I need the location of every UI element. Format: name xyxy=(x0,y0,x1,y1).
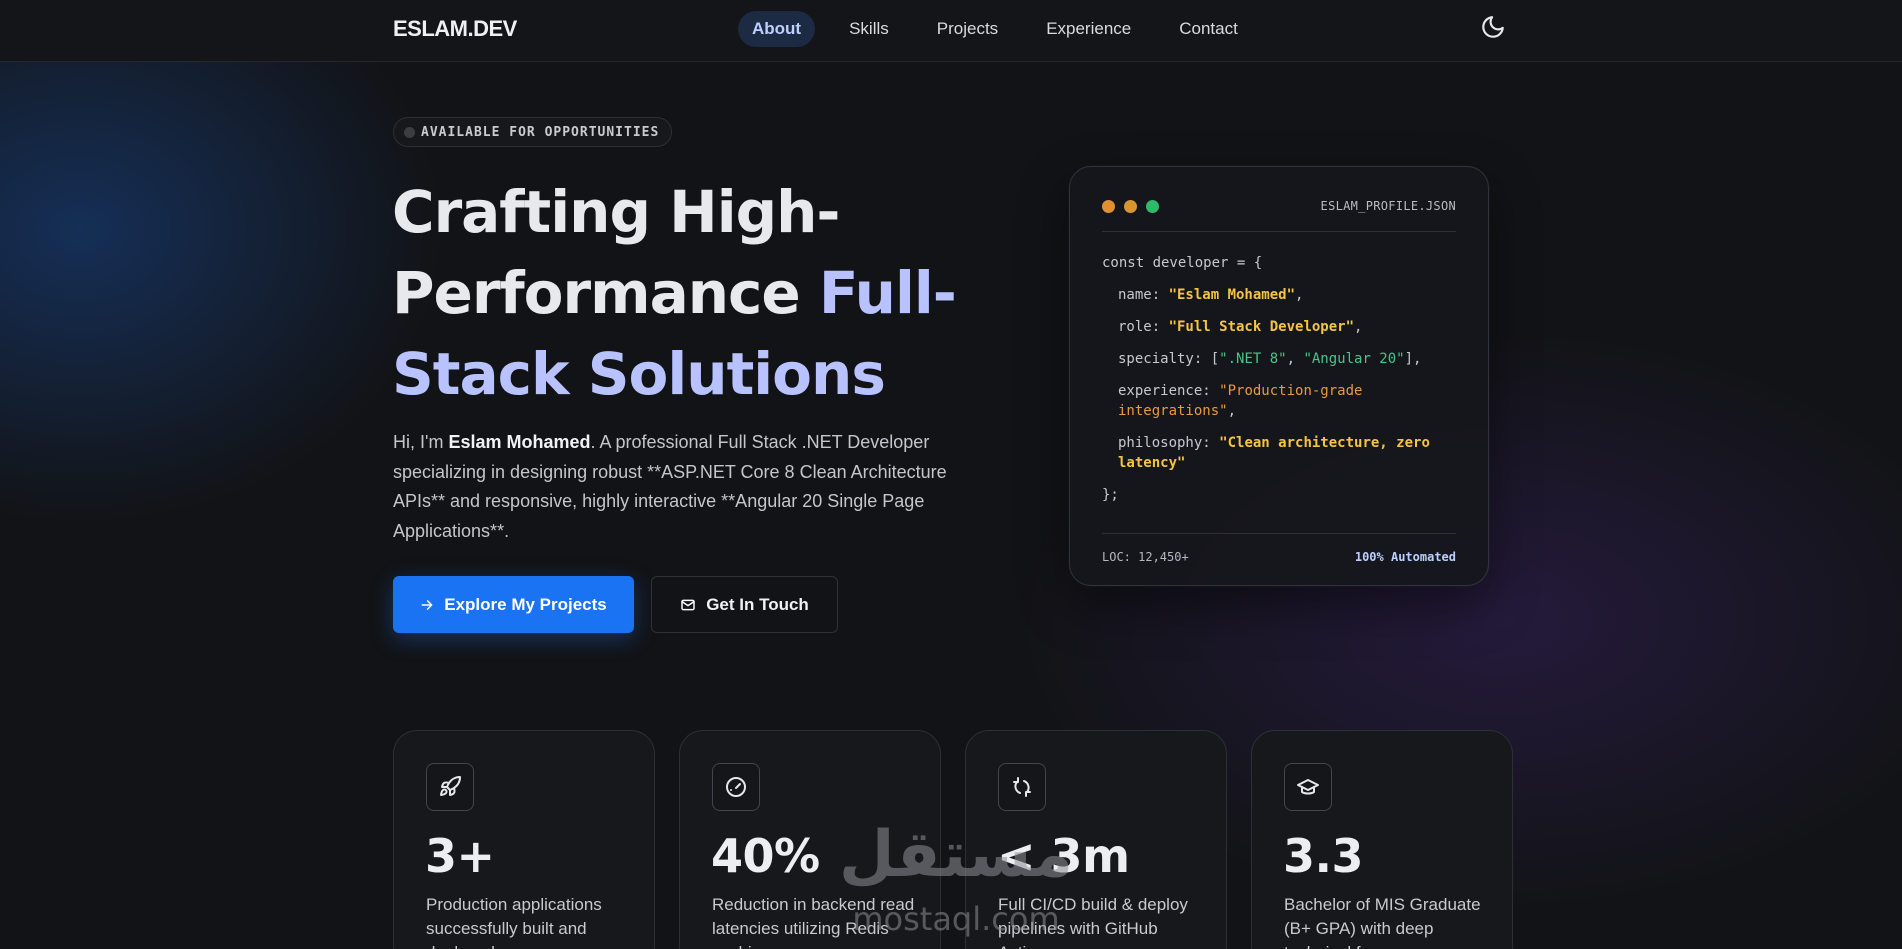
stat-card-education: 3.3 Bachelor of MIS Graduate (B+ GPA) wi… xyxy=(1251,730,1513,949)
stat-value: < 3m xyxy=(997,829,1130,883)
explore-projects-button[interactable]: Explore My Projects xyxy=(393,576,634,633)
profile-code-card: ESLAM_PROFILE.JSON const developer = { n… xyxy=(1069,166,1489,586)
theme-toggle-button[interactable] xyxy=(1480,14,1506,40)
stat-value: 40% xyxy=(711,829,820,883)
stat-description: Reduction in backend read latencies util… xyxy=(712,895,915,949)
stat-card-latency: 40% Reduction in backend read latencies … xyxy=(679,730,941,949)
code-line-experience: experience: "Production-grade integratio… xyxy=(1118,383,1371,419)
window-dot-yellow xyxy=(1124,200,1137,213)
stat-value: 3+ xyxy=(425,829,495,883)
speedometer-icon xyxy=(726,777,746,797)
explore-projects-label: Explore My Projects xyxy=(444,594,607,614)
code-value-role: "Full Stack Developer" xyxy=(1168,319,1355,335)
availability-badge: AVAILABLE FOR OPPORTUNITIES xyxy=(393,117,673,147)
nav-link-skills[interactable]: Skills xyxy=(835,11,903,47)
site-logo[interactable]: ESLAM.DEV xyxy=(393,16,517,42)
availability-text: AVAILABLE FOR OPPORTUNITIES xyxy=(421,124,660,140)
hero-title: Crafting High-Performance Full-Stack Sol… xyxy=(392,172,992,415)
window-dots xyxy=(1102,200,1159,213)
code-line-specialty: specialty: [".NET 8", "Angular 20"], xyxy=(1118,351,1422,367)
status-dot xyxy=(404,126,415,138)
code-value-name: "Eslam Mohamed" xyxy=(1168,287,1296,303)
window-dot-red xyxy=(1102,200,1115,213)
hero-desc-intro: Hi, I'm xyxy=(393,432,449,452)
window-dot-green xyxy=(1146,200,1159,213)
stat-card-cicd: < 3m Full CI/CD build & deploy pipelines… xyxy=(965,730,1227,949)
rocket-icon xyxy=(440,775,461,796)
card-divider-top xyxy=(1102,231,1456,232)
stat-icon-frame xyxy=(998,763,1046,811)
stat-description: Production applications successfully bui… xyxy=(426,895,602,949)
hero-description: Hi, I'm Eslam Mohamed. A professional Fu… xyxy=(393,428,963,546)
code-file-name: ESLAM_PROFILE.JSON xyxy=(1320,199,1456,213)
code-line-name: name: "Eslam Mohamed", xyxy=(1118,287,1304,303)
stat-card-apps: 3+ Production applications successfully … xyxy=(393,730,655,949)
stat-description: Full CI/CD build & deploy pipelines with… xyxy=(998,895,1188,949)
code-key-specialty: specialty xyxy=(1118,351,1194,367)
refresh-icon xyxy=(1013,777,1031,797)
hero-desc-name: Eslam Mohamed xyxy=(448,432,591,452)
code-key-name: name xyxy=(1118,287,1152,303)
nav-link-projects[interactable]: Projects xyxy=(923,11,1012,47)
code-key-role: role xyxy=(1118,319,1152,335)
code-value-specialty-0: ".NET 8" xyxy=(1219,351,1287,367)
code-value-specialty-1: "Angular 20" xyxy=(1303,351,1405,367)
nav-link-experience[interactable]: Experience xyxy=(1032,11,1145,47)
graduation-cap-icon xyxy=(1297,779,1319,795)
nav-link-about[interactable]: About xyxy=(738,11,816,47)
code-key-experience: experience xyxy=(1118,383,1203,399)
hero-title-plain: Crafting High-Performance xyxy=(392,178,840,327)
stat-value: 3.3 xyxy=(1283,829,1364,883)
nav-links: About Skills Projects Experience Contact xyxy=(738,11,1272,47)
code-open: const developer = { xyxy=(1102,255,1263,271)
automation-label: 100% Automated xyxy=(1354,550,1456,564)
code-line-role: role: "Full Stack Developer", xyxy=(1118,319,1363,335)
stat-icon-frame xyxy=(426,763,474,811)
stat-icon-frame xyxy=(1284,763,1332,811)
stat-description: Bachelor of MIS Graduate (B+ GPA) with d… xyxy=(1284,895,1481,949)
code-line-philosophy: philosophy: "Clean architecture, zero la… xyxy=(1118,435,1439,471)
get-in-touch-button[interactable]: Get In Touch xyxy=(651,576,838,633)
card-divider-bottom xyxy=(1102,533,1456,534)
mail-icon xyxy=(681,599,695,610)
code-key-philosophy: philosophy xyxy=(1118,435,1203,451)
stat-icon-frame xyxy=(712,763,760,811)
arrow-right-icon xyxy=(421,599,433,610)
moon-icon xyxy=(1482,16,1504,38)
nav-link-contact[interactable]: Contact xyxy=(1165,11,1252,47)
get-in-touch-label: Get In Touch xyxy=(706,594,809,614)
loc-counter: LOC: 12,450+ xyxy=(1102,550,1189,564)
code-close: }; xyxy=(1102,487,1119,503)
top-nav: ESLAM.DEV About Skills Projects Experien… xyxy=(0,0,1902,62)
